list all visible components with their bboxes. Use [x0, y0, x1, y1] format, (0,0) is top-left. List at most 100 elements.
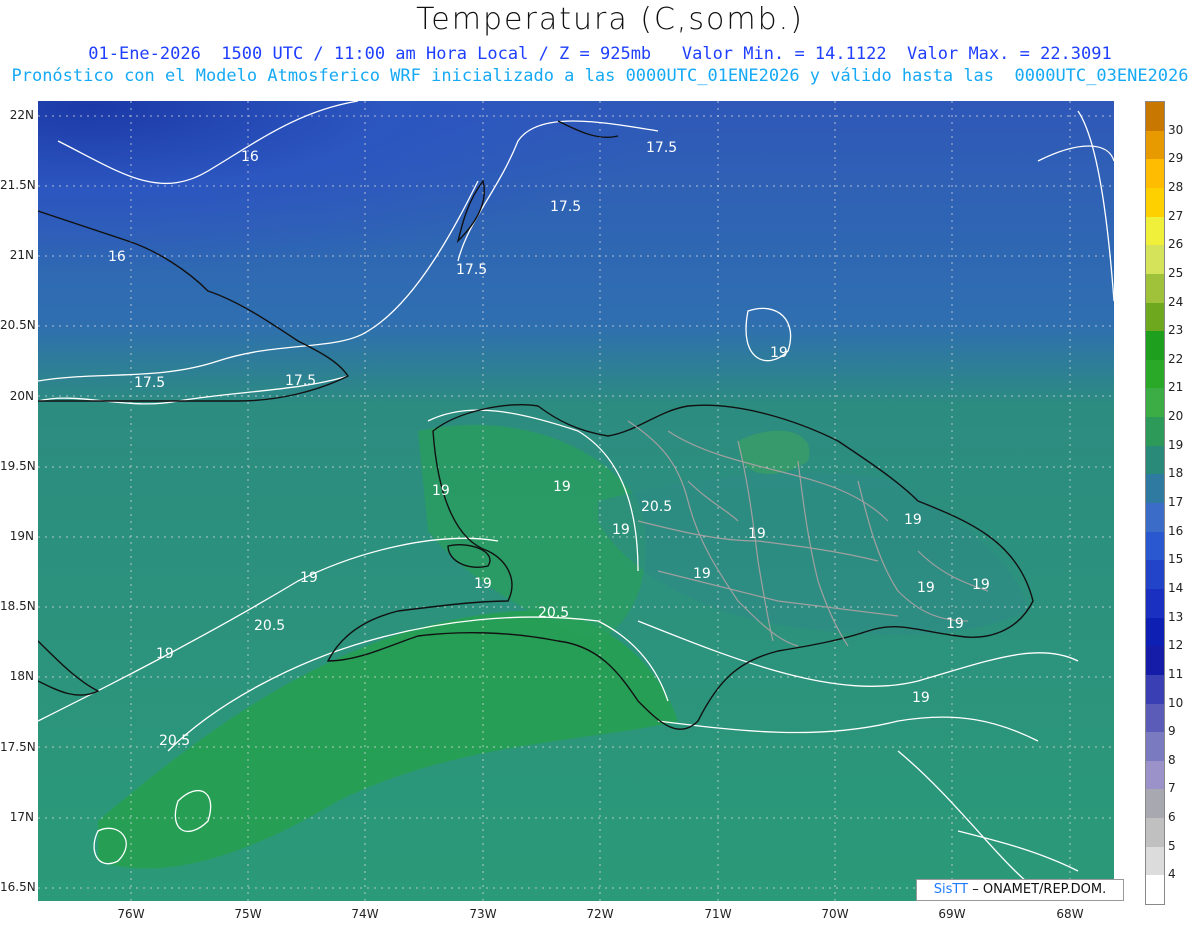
contour-label: 19 — [612, 522, 630, 538]
colorbar-label: 25 — [1168, 265, 1184, 280]
lon-label: 70W — [821, 907, 849, 921]
colorbar-label: 8 — [1168, 752, 1176, 767]
credit-text: – ONAMET/REP.DOM. — [972, 882, 1107, 897]
contour-label: 19 — [748, 526, 766, 542]
lat-label: 17N — [9, 810, 34, 824]
lon-label: 69W — [938, 907, 966, 921]
colorbar-label: 19 — [1168, 437, 1184, 452]
contour-label: 16 — [241, 149, 259, 165]
colorbar-label: 29 — [1168, 151, 1184, 166]
contour-label: 20.5 — [641, 499, 672, 515]
map-title: Temperatura (C,somb.) — [416, 2, 804, 37]
lon-label: 74W — [351, 907, 379, 921]
colorbar-segment — [1146, 474, 1164, 504]
colorbar-label: 14 — [1168, 580, 1184, 595]
colorbar-label: 26 — [1168, 237, 1184, 252]
contour-label: 17.5 — [456, 262, 487, 278]
colorbar-segment — [1146, 789, 1164, 819]
colorbar-segment — [1146, 531, 1164, 561]
colorbar-segment — [1146, 417, 1164, 447]
colorbar-label: 6 — [1168, 810, 1176, 825]
contour-label: 19 — [770, 345, 788, 361]
contour-label: 19 — [300, 570, 318, 586]
colorbar-label: 17 — [1168, 495, 1184, 509]
contour-label: 19 — [553, 479, 571, 495]
colorbar-segment — [1146, 187, 1164, 218]
contour-label: 19 — [474, 576, 492, 592]
lat-label: 17.5N — [0, 740, 36, 754]
colorbar-label: 30 — [1168, 122, 1184, 137]
colorbar-label: 24 — [1168, 294, 1184, 309]
colorbar-segment — [1146, 674, 1164, 704]
lat-label: 18.5N — [0, 599, 36, 613]
contour-label: 19 — [904, 512, 922, 528]
lon-label: 75W — [234, 907, 262, 921]
colorbar-label: 9 — [1168, 724, 1176, 739]
colorbar-segment — [1146, 818, 1164, 848]
colorbar-segment — [1146, 302, 1164, 332]
colorbar-segment — [1146, 359, 1164, 389]
colorbar-segment — [1146, 617, 1164, 647]
contour-label: 19 — [946, 616, 964, 632]
colorbar-segment — [1146, 445, 1164, 475]
colorbar-segment — [1146, 245, 1164, 275]
colorbar-segment — [1146, 331, 1164, 361]
colorbar-label: 5 — [1168, 838, 1176, 853]
colorbar-label: 12 — [1168, 638, 1184, 653]
lon-label: 71W — [704, 907, 732, 921]
colorbar-label: 7 — [1168, 781, 1176, 796]
colorbar-segment — [1146, 216, 1164, 246]
colorbar-label: 20 — [1168, 409, 1184, 424]
lat-label: 20N — [9, 389, 34, 403]
lat-label: 19.5N — [0, 459, 36, 473]
colorbar-label: 4 — [1168, 867, 1176, 882]
forecast-time-line: 01-Ene-2026 1500 UTC / 11:00 am Hora Loc… — [88, 44, 1112, 64]
contour-label: 20.5 — [159, 733, 190, 749]
lon-label: 68W — [1056, 907, 1084, 921]
credit-box: SisTT – ONAMET/REP.DOM. — [916, 879, 1124, 901]
colorbar-label: 21 — [1168, 380, 1184, 395]
lat-label: 21.5N — [0, 178, 36, 192]
contour-label: 19 — [972, 577, 990, 593]
model-info-line: Pronóstico con el Modelo Atmosferico WRF… — [11, 66, 1189, 86]
colorbar-label: 15 — [1168, 552, 1184, 567]
contour-label: 16 — [108, 249, 126, 265]
colorbar-label: 13 — [1168, 609, 1184, 624]
colorbar-segment — [1146, 130, 1164, 160]
colorbar-segment — [1146, 875, 1164, 905]
colorbar-segment — [1146, 760, 1164, 790]
contour-label: 19 — [917, 580, 935, 596]
lon-label: 73W — [469, 907, 497, 921]
colorbar-label: 10 — [1168, 695, 1184, 710]
colorbar-segment — [1146, 732, 1164, 762]
colorbar-label: 28 — [1168, 179, 1184, 194]
colorbar-label: 23 — [1168, 323, 1184, 338]
colorbar-label: 27 — [1168, 208, 1184, 223]
contour-label: 17.5 — [646, 140, 677, 156]
colorbar-segment — [1146, 703, 1164, 733]
contour-label: 17.5 — [134, 375, 165, 391]
contour-label: 20.5 — [538, 605, 569, 621]
colorbar-label: 18 — [1168, 466, 1184, 481]
contour-label: 17.5 — [550, 199, 581, 215]
colorbar-label: 22 — [1168, 351, 1184, 366]
contour-label: 17.5 — [285, 373, 316, 389]
colorbar — [1145, 101, 1165, 905]
temperature-map: 16 16 17.5 17.5 17.5 17.5 17.5 19 19 19 … — [38, 101, 1114, 901]
contour-label: 20.5 — [254, 618, 285, 634]
lat-label: 16.5N — [0, 880, 36, 894]
contour-label: 19 — [156, 646, 174, 662]
colorbar-label: 11 — [1168, 666, 1184, 681]
contour-label: 19 — [693, 566, 711, 582]
lon-label: 72W — [586, 907, 614, 921]
colorbar-segment — [1146, 388, 1164, 418]
colorbar-segment — [1146, 846, 1164, 876]
lon-label: 76W — [117, 907, 145, 921]
sistt-logo: SisTT — [933, 882, 969, 897]
colorbar-segment — [1146, 560, 1164, 590]
contour-label: 19 — [912, 690, 930, 706]
colorbar-segment — [1146, 646, 1164, 676]
lat-label: 20.5N — [0, 318, 36, 332]
colorbar-segment — [1146, 503, 1164, 533]
colorbar-segment — [1146, 102, 1164, 132]
